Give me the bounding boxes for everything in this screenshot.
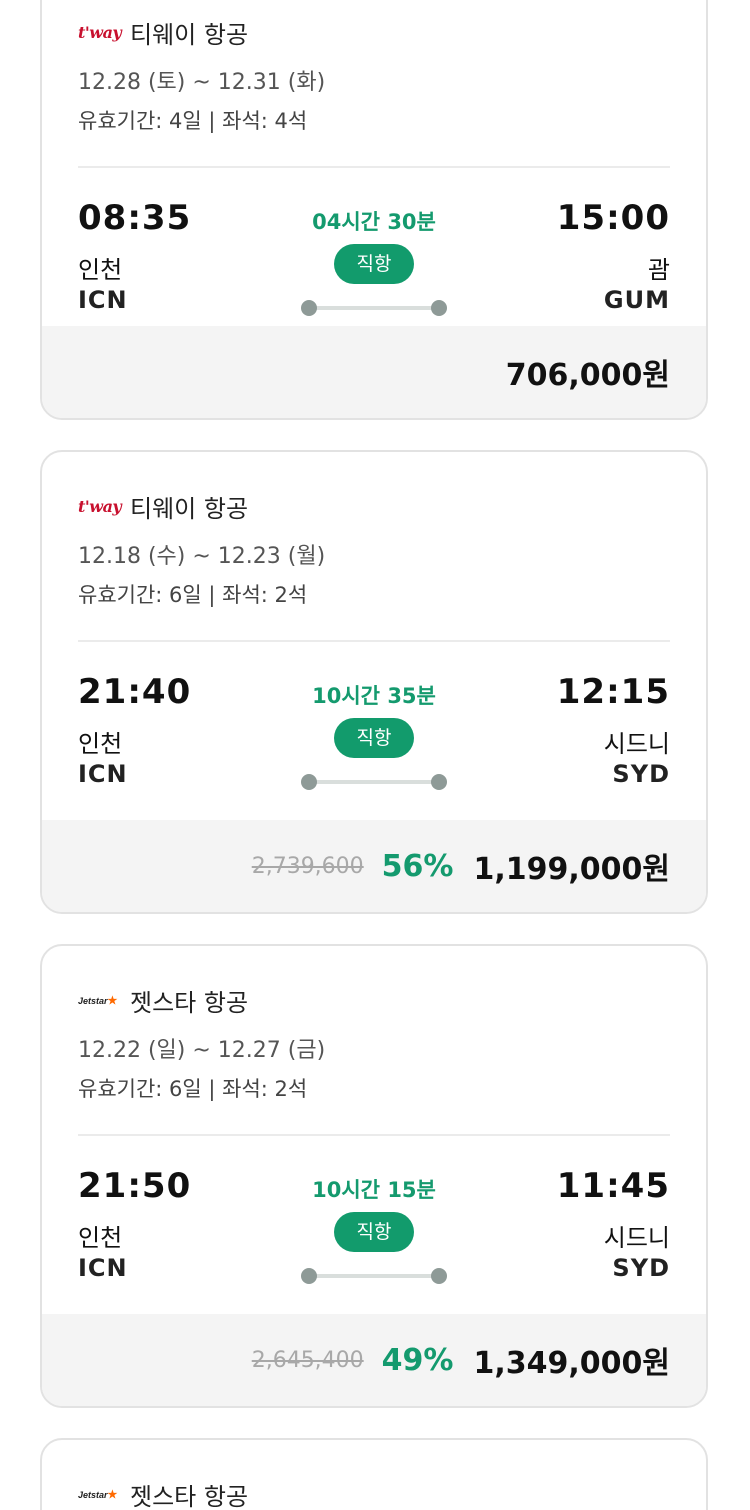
route-end-dot [431,300,447,316]
jetstar-logo-text: Jetstar [78,995,108,1006]
flight-card-info: Jetstar★ 젯스타 항공 12.22 (일) ~ 12.27 (금) 유효… [42,970,706,1286]
price-row: 2,645,400 49% 1,349,000원 [42,1314,706,1406]
airline-name: 젯스타 항공 [130,988,249,1017]
route-bar [309,306,439,310]
route-start-dot [301,300,317,316]
star-icon: ★ [107,1488,118,1501]
airline-row: Jetstar★ 젯스타 항공 [78,1464,670,1510]
validity-seats: 유효기간: 4일 | 좌석: 4석 [78,109,308,133]
validity-seats: 유효기간: 6일 | 좌석: 2석 [78,1077,308,1101]
arrival-city: 시드니 [603,1224,670,1252]
departure-code: ICN [78,286,128,314]
departure-time: 21:50 [78,1166,192,1206]
flight-card-info: t'way 티웨이 항공 12.18 (수) ~ 12.23 (월) 유효기간:… [42,476,706,792]
departure-time: 21:40 [78,672,192,712]
flight-card[interactable]: Jetstar★ 젯스타 항공 [40,1438,708,1510]
arrival-code: SYD [612,1254,670,1282]
route-start-dot [301,774,317,790]
star-icon: ★ [107,994,118,1007]
departure-time: 08:35 [78,198,192,238]
route-line-icon [301,774,447,790]
departure-city: 인천 [78,730,123,758]
departure-city: 인천 [78,1224,123,1252]
jetstar-logo-text: Jetstar [78,1489,108,1500]
flight-route: 21:40 인천 ICN 10시간 35분 직항 12:15 시드니 SYD [78,642,670,792]
flight-route: 21:50 인천 ICN 10시간 15분 직항 11:45 시드니 SYD [78,1136,670,1286]
flight-card[interactable]: t'way 티웨이 항공 12.18 (수) ~ 12.23 (월) 유효기간:… [40,450,708,914]
jetstar-logo-icon: Jetstar★ [78,1488,122,1501]
arrival-time: 11:45 [556,1166,670,1206]
discount-rate: 49% [381,1342,454,1378]
flight-route: 08:35 인천 ICN 04시간 30분 직항 15:00 괌 GUM [78,168,670,318]
discount-rate: 56% [381,848,454,884]
flight-duration: 10시간 15분 [312,1178,436,1202]
arrival-city: 시드니 [603,730,670,758]
price-row: 2,739,600 56% 1,199,000원 [42,820,706,912]
direct-badge: 직항 [334,718,414,758]
direct-badge: 직항 [334,1212,414,1252]
price: 706,000원 [505,358,670,393]
original-price: 2,739,600 [251,853,364,879]
flight-card-info: Jetstar★ 젯스타 항공 [42,1464,706,1510]
airline-row: t'way 티웨이 항공 [78,2,670,62]
airline-name: 티웨이 항공 [130,494,249,523]
airline-name: 젯스타 항공 [130,1482,249,1510]
airline-row: Jetstar★ 젯스타 항공 [78,970,670,1030]
flight-duration: 10시간 35분 [312,684,436,708]
flight-duration: 04시간 30분 [312,210,436,234]
original-price: 2,645,400 [251,1347,364,1373]
route-end-dot [431,774,447,790]
arrival-code: GUM [603,286,670,314]
travel-dates: 12.18 (수) ~ 12.23 (월) [78,544,326,569]
flight-card[interactable]: t'way 티웨이 항공 12.28 (토) ~ 12.31 (화) 유효기간:… [40,0,708,420]
airline-name: 티웨이 항공 [130,20,249,49]
departure-city: 인천 [78,256,123,284]
flight-card-info: t'way 티웨이 항공 12.28 (토) ~ 12.31 (화) 유효기간:… [42,2,706,318]
route-bar [309,780,439,784]
jetstar-logo-icon: Jetstar★ [78,994,122,1007]
route-bar [309,1274,439,1278]
route-start-dot [301,1268,317,1284]
tway-logo-icon: t'way [78,496,122,516]
tway-logo-icon: t'way [78,22,122,42]
arrival-time: 15:00 [556,198,670,238]
route-line-icon [301,300,447,316]
direct-badge: 직항 [334,244,414,284]
departure-code: ICN [78,1254,128,1282]
arrival-city: 괌 [647,256,670,284]
flight-deal-list: t'way 티웨이 항공 12.28 (토) ~ 12.31 (화) 유효기간:… [0,0,750,1510]
route-line-icon [301,1268,447,1284]
arrival-time: 12:15 [556,672,670,712]
travel-dates: 12.28 (토) ~ 12.31 (화) [78,70,326,95]
price: 1,199,000원 [473,852,670,887]
flight-card[interactable]: Jetstar★ 젯스타 항공 12.22 (일) ~ 12.27 (금) 유효… [40,944,708,1408]
arrival-code: SYD [612,760,670,788]
travel-dates: 12.22 (일) ~ 12.27 (금) [78,1038,326,1063]
airline-row: t'way 티웨이 항공 [78,476,670,536]
price-row: 706,000원 [42,326,706,418]
price: 1,349,000원 [473,1346,670,1381]
route-end-dot [431,1268,447,1284]
departure-code: ICN [78,760,128,788]
validity-seats: 유효기간: 6일 | 좌석: 2석 [78,583,308,607]
